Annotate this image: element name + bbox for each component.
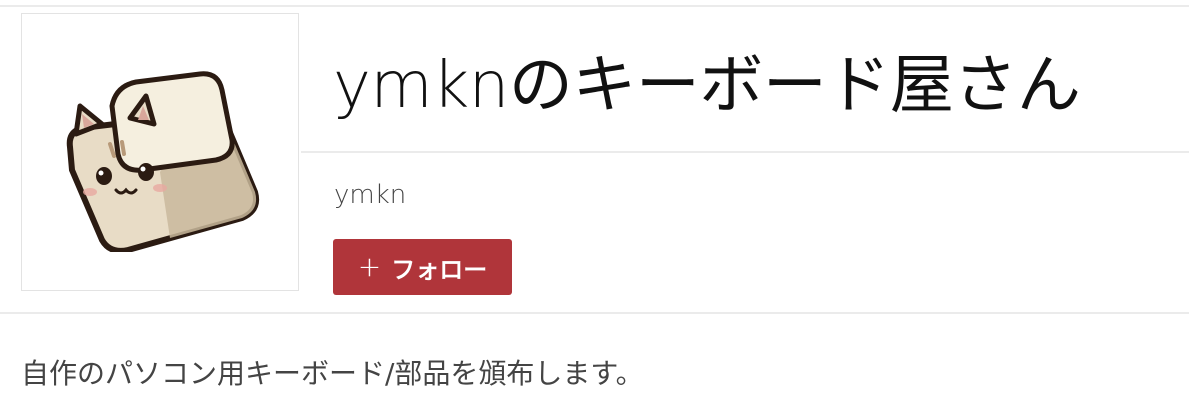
title-divider — [301, 151, 1189, 153]
top-divider — [0, 5, 1189, 7]
cat-keycap-icon — [66, 71, 260, 252]
description-divider — [0, 312, 1189, 314]
shop-header: ymknのキーボード屋さん ymkn + フォロー 自作のパソコン用キーボード/… — [0, 0, 1189, 404]
plus-icon: + — [357, 250, 382, 283]
follow-button-label: フォロー — [391, 255, 488, 284]
shop-description: 自作のパソコン用キーボード/部品を頒布します。 — [21, 357, 644, 390]
shop-title: ymknのキーボード屋さん — [333, 49, 1081, 123]
shop-avatar[interactable] — [21, 13, 299, 291]
owner-name[interactable]: ymkn — [334, 179, 406, 211]
follow-button[interactable]: + フォロー — [333, 239, 512, 295]
